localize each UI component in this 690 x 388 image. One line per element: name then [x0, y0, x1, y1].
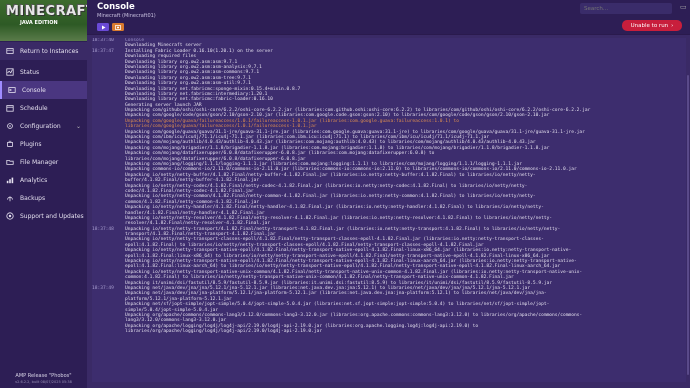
folder-icon: [6, 158, 14, 166]
return-label: Return to Instances: [20, 47, 79, 55]
window-control-icon[interactable]: ▭: [680, 3, 688, 11]
start-button[interactable]: [97, 23, 109, 31]
header: Console Minecraft (Minecraft01) ▭ Unable…: [87, 0, 690, 34]
sidebar-item-schedule[interactable]: Schedule: [0, 99, 87, 117]
play-icon: [101, 25, 105, 29]
logo-title: MINECRAFT: [6, 4, 87, 19]
console-text: libraries/org/apache/logging/log4j/log4j…: [125, 329, 323, 335]
release-footer: AMP Release "Phobos" v2.6.2.2, built 08/…: [0, 373, 87, 384]
sidebar-item-label: Analytics: [20, 176, 48, 184]
sidebar-item-label: Configuration: [20, 122, 61, 130]
console-output[interactable]: 18:37:40 Console Downloading Minecraft ser…: [92, 38, 686, 382]
sidebar-nav: Status Console Schedule Configuration ⌄ Plugi…: [0, 63, 87, 225]
sidebar-item-label: Console: [22, 86, 46, 94]
stop-button[interactable]: [112, 23, 124, 31]
gear-icon: [6, 122, 14, 130]
console-panel: 18:37:40 Console Downloading Minecraft ser…: [87, 35, 690, 388]
unable-label: Unable to run: [630, 22, 669, 29]
chevron-down-icon: ⌄: [75, 123, 81, 130]
console-line: libraries/org/apache/logging/log4j/log4j…: [92, 329, 686, 334]
instance-subtitle: Minecraft (Minecraft01): [97, 13, 156, 19]
chevron-right-icon: ›: [671, 22, 674, 29]
analytics-icon: [6, 176, 14, 184]
return-icon: [6, 47, 14, 55]
return-to-instances-button[interactable]: Return to Instances: [0, 42, 87, 60]
page-title: Console: [97, 2, 135, 12]
backups-icon: [6, 194, 14, 202]
support-icon: [6, 212, 14, 220]
stop-icon: [115, 24, 121, 30]
sidebar-item-status[interactable]: Status: [0, 63, 87, 81]
sidebar-item-console[interactable]: Console: [0, 81, 87, 99]
sidebar-item-configuration[interactable]: Configuration ⌄: [0, 117, 87, 135]
sidebar-item-backups[interactable]: Backups: [0, 189, 87, 207]
sidebar-item-label: Status: [20, 68, 40, 76]
console-icon: [8, 86, 16, 94]
console-scrollbar[interactable]: [687, 75, 689, 375]
sidebar-item-support-and-updates[interactable]: Support and Updates: [0, 207, 87, 225]
sidebar-item-plugins[interactable]: Plugins: [0, 135, 87, 153]
sidebar-item-label: Backups: [20, 194, 46, 202]
unable-to-run-button[interactable]: Unable to run ›: [622, 20, 682, 31]
logo-subtitle: JAVA EDITION: [20, 20, 58, 26]
plugins-icon: [6, 140, 14, 148]
sidebar-item-analytics[interactable]: Analytics: [0, 171, 87, 189]
status-icon: [6, 68, 14, 76]
sidebar-item-label: Plugins: [20, 140, 42, 148]
sidebar-item-label: Support and Updates: [20, 212, 84, 220]
sidebar-item-label: Schedule: [20, 104, 48, 112]
sidebar-item-file-manager[interactable]: File Manager: [0, 153, 87, 171]
release-build: v2.6.2.2, built 08/07/2025 05:38: [15, 380, 72, 384]
minecraft-logo: MINECRAFT JAVA EDITION: [0, 0, 87, 41]
sidebar: MINECRAFT JAVA EDITION Return to Instanc…: [0, 0, 87, 388]
release-name: AMP Release "Phobos": [15, 373, 72, 379]
search-input[interactable]: [580, 3, 672, 14]
sidebar-item-label: File Manager: [20, 158, 59, 166]
schedule-icon: [6, 104, 14, 112]
